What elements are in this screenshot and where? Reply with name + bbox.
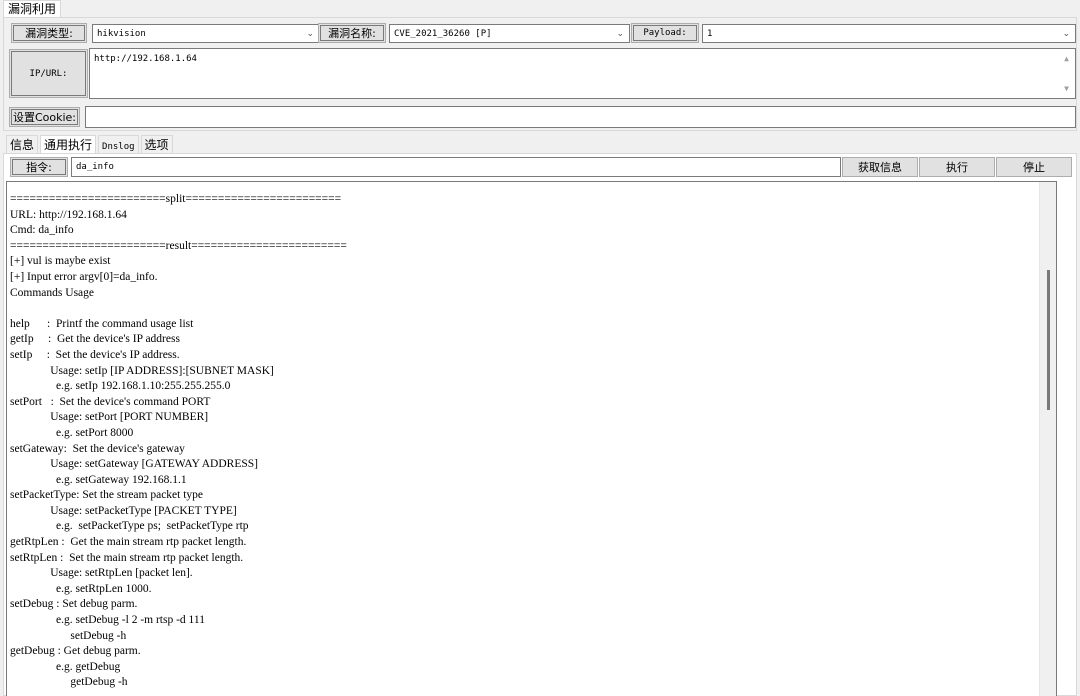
vuln-name-value: CVE_2021_36260 [P] xyxy=(394,29,492,39)
output-line: setIp : Set the device's IP address. xyxy=(10,348,180,361)
output-line: e.g. setPort 8000 xyxy=(10,426,134,439)
tab-dnslog-label: Dnslog xyxy=(102,142,135,152)
chevron-down-icon[interactable]: ⌄ xyxy=(616,25,624,42)
output-line: getIp : Get the device's IP address xyxy=(10,333,180,346)
output-line: setPort : Set the device's command PORT xyxy=(10,395,211,408)
output-line: setRtpLen : Set the main stream rtp pack… xyxy=(10,551,244,564)
output-line: getDebug -h xyxy=(10,676,128,689)
output-line: getRtpLen : Get the main stream rtp pack… xyxy=(10,536,247,549)
triangle-up-icon[interactable]: ▲ xyxy=(1058,52,1075,66)
output-line: Cmd: da_info xyxy=(10,224,74,237)
output-line: setDebug -h xyxy=(10,629,127,642)
vuln-type-select[interactable]: hikvision ⌄ xyxy=(92,24,320,43)
output-line: [+] Input error argv[0]=da_info. xyxy=(10,270,158,283)
output-line: setPacketType: Set the stream packet typ… xyxy=(10,489,204,502)
function-tabs: 信息 通用执行 Dnslog 选项 xyxy=(6,135,175,154)
vuln-name-select[interactable]: CVE_2021_36260 [P] ⌄ xyxy=(389,24,630,43)
vuln-name-label: 漏洞名称: xyxy=(318,23,386,43)
output-line: help : Printf the command usage list xyxy=(10,317,194,330)
output-line: e.g. setPacketType ps; setPacketType rtp xyxy=(10,520,249,533)
payload-select[interactable]: 1 ⌄ xyxy=(702,24,1076,43)
output-console[interactable]: ========================split===========… xyxy=(6,181,1057,696)
tab-info[interactable]: 信息 xyxy=(6,135,39,154)
output-line: e.g. getDebug xyxy=(10,660,121,673)
command-input[interactable]: da_info xyxy=(71,157,841,177)
cookie-label: 设置Cookie: xyxy=(9,107,80,127)
tab-general-exec[interactable]: 通用执行 xyxy=(40,135,97,154)
output-line: e.g. setRtpLen 1000. xyxy=(10,582,152,595)
execute-button[interactable]: 执行 xyxy=(919,157,995,177)
output-line: setDebug : Set debug parm. xyxy=(10,598,138,611)
chevron-down-icon[interactable]: ⌄ xyxy=(1062,25,1070,42)
output-line: ========================split===========… xyxy=(10,193,342,205)
triangle-down-icon[interactable]: ▼ xyxy=(1058,82,1075,96)
scrollbar-thumb[interactable] xyxy=(1047,270,1050,410)
output-line: Usage: setPacketType [PACKET TYPE] xyxy=(10,504,237,517)
payload-label: Payload: xyxy=(631,23,699,43)
output-line: Usage: setPort [PORT NUMBER] xyxy=(10,411,209,424)
exploit-settings-group: 漏洞类型: hikvision ⌄ 漏洞名称: CVE_2021_36260 [… xyxy=(3,17,1077,131)
output-line: ========================result==========… xyxy=(10,239,347,252)
output-line: getDebug : Get debug parm. xyxy=(10,645,141,658)
tab-options[interactable]: 选项 xyxy=(140,135,173,154)
target-label: IP/URL: xyxy=(9,49,88,98)
output-line: URL: http://192.168.1.64 xyxy=(10,208,127,221)
cookie-input[interactable] xyxy=(85,106,1076,128)
output-line: setGateway: Set the device's gateway xyxy=(10,442,185,455)
output-line: [+] vul is maybe exist xyxy=(10,255,111,268)
get-info-button[interactable]: 获取信息 xyxy=(842,157,918,177)
chevron-down-icon[interactable]: ⌄ xyxy=(306,25,314,42)
vuln-type-value: hikvision xyxy=(97,29,146,39)
output-line: Usage: setRtpLen [packet len]. xyxy=(10,567,193,580)
target-value: http://192.168.1.64 xyxy=(94,54,197,64)
stop-button[interactable]: 停止 xyxy=(996,157,1072,177)
output-line: Usage: setGateway [GATEWAY ADDRESS] xyxy=(10,458,258,471)
payload-value: 1 xyxy=(707,29,713,39)
vuln-type-label: 漏洞类型: xyxy=(11,23,87,43)
output-line: e.g. setGateway 192.168.1.1 xyxy=(10,473,187,486)
output-scrollbar[interactable] xyxy=(1039,182,1056,696)
output-line: Usage: setIp [IP ADDRESS]:[SUBNET MASK] xyxy=(10,364,274,377)
tab-exploit[interactable]: 漏洞利用 xyxy=(3,0,62,17)
output-text: ========================split===========… xyxy=(7,182,1056,691)
output-line: e.g. setIp 192.168.1.10:255.255.255.0 xyxy=(10,380,231,393)
output-line: e.g. setDebug -l 2 -m rtsp -d 111 xyxy=(10,614,205,627)
target-input[interactable]: http://192.168.1.64 ▲ ▼ xyxy=(89,48,1076,99)
output-line: Commands Usage xyxy=(10,286,95,299)
target-scrollbar[interactable]: ▲ ▼ xyxy=(1058,49,1075,98)
command-label: 指令: xyxy=(10,157,68,177)
tab-dnslog[interactable]: Dnslog xyxy=(98,135,139,154)
